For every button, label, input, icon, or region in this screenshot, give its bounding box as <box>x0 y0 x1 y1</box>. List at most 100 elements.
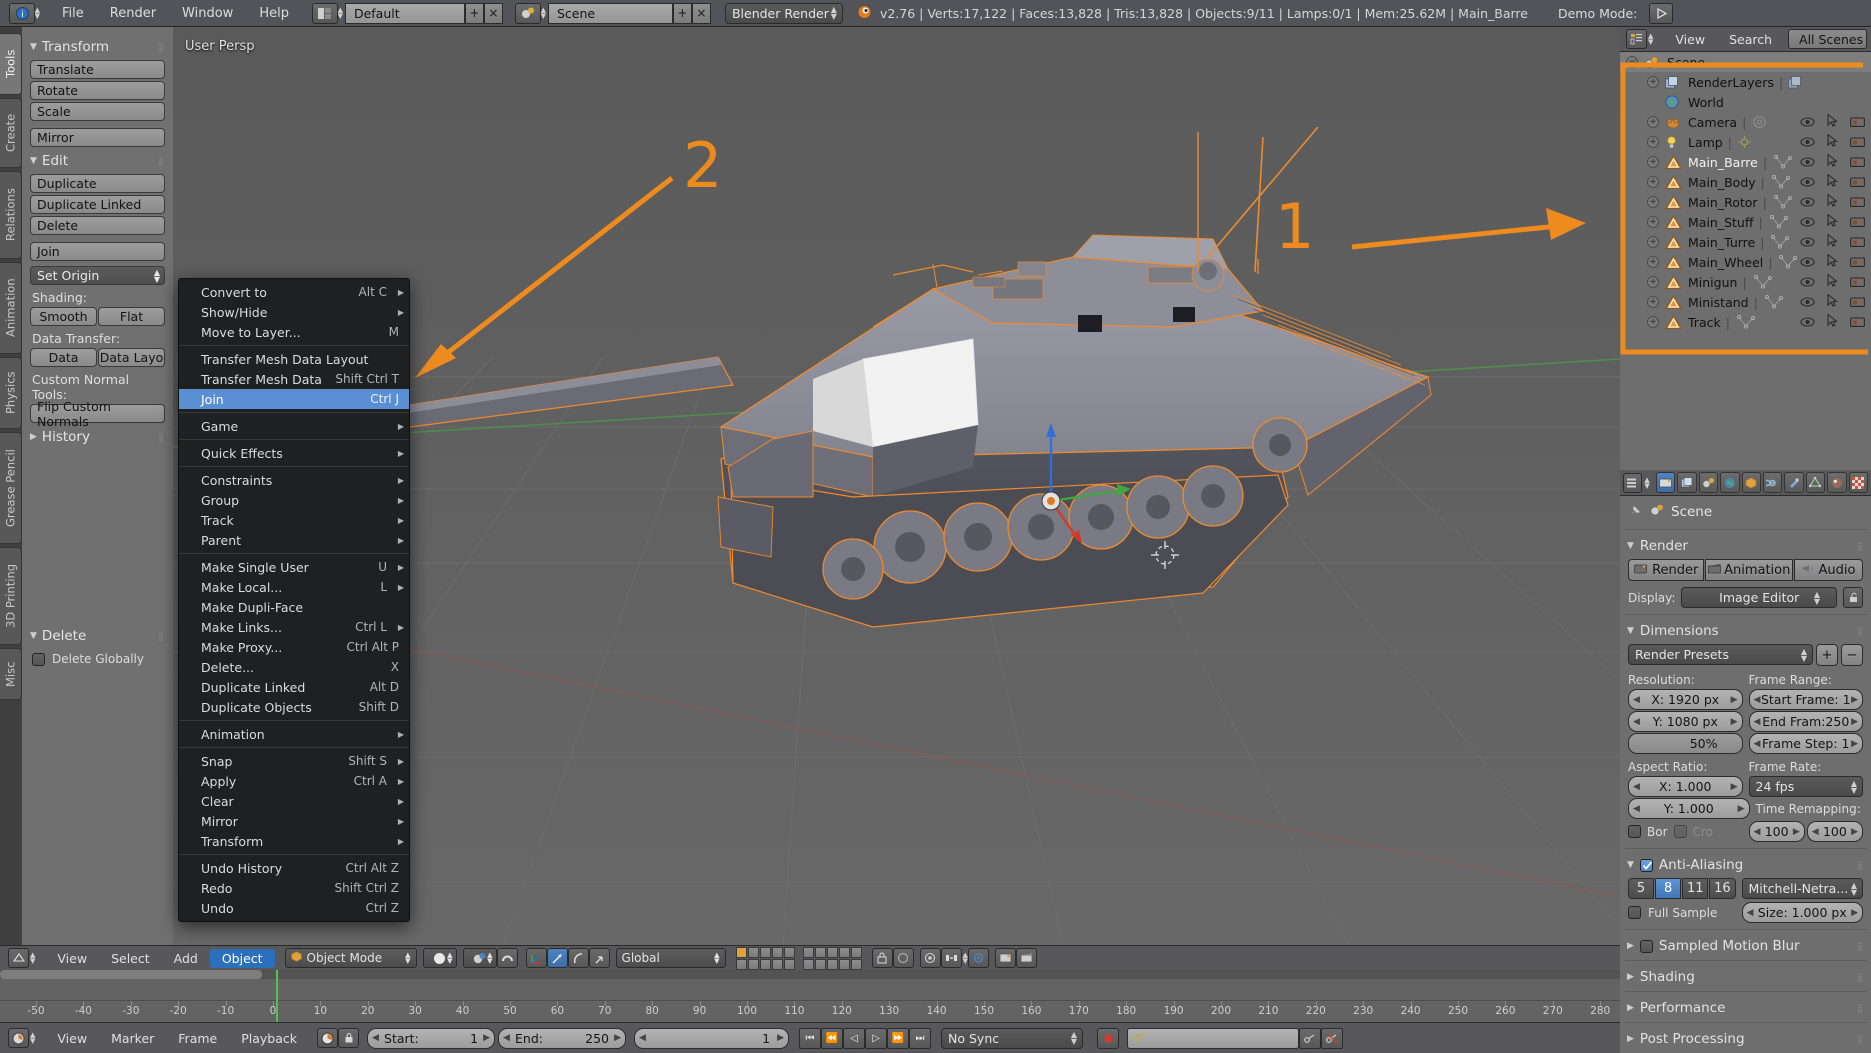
properties-tab-render-layers[interactable] <box>1677 472 1697 493</box>
outliner-row-main-barre[interactable]: + Main_Barre | <box>1620 152 1871 172</box>
tab-create[interactable]: Create <box>0 98 22 168</box>
aa-size-field[interactable]: ◀ Size: 1.000 px ▶ <box>1741 902 1863 923</box>
menu-item-convert-to[interactable]: Convert to Alt C ▶ <box>179 282 409 302</box>
duplicate-linked-button[interactable]: Duplicate Linked <box>30 195 165 214</box>
expand-toggle-icon[interactable]: + <box>1647 296 1659 308</box>
scene-name-field[interactable]: Scene <box>547 2 673 24</box>
timeline-menu-marker[interactable]: Marker <box>99 1031 166 1046</box>
outliner-data-icon[interactable] <box>1735 315 1757 329</box>
editor-type-properties-icon[interactable] <box>1623 472 1643 493</box>
render-image-button[interactable]: Render <box>1628 559 1705 581</box>
cursor-arrow-icon[interactable] <box>1827 193 1839 210</box>
aspect-y-field[interactable]: ◀ Y: 1.000 ▶ <box>1628 798 1750 819</box>
outliner-row-main-stuff[interactable]: + Main_Stuff | <box>1620 212 1871 232</box>
transform-panel-header[interactable]: ▼ Transform ⣿ <box>30 39 165 55</box>
menu-item-join[interactable]: Join Ctrl J <box>179 389 409 409</box>
eye-icon[interactable] <box>1800 155 1815 170</box>
tab-grease-pencil[interactable]: Grease Pencil <box>0 432 22 544</box>
outliner-data-icon[interactable] <box>1763 295 1785 309</box>
outliner-data-icon[interactable] <box>1768 215 1790 229</box>
tab-misc[interactable]: Misc <box>0 648 22 700</box>
outliner-restriction-toggles[interactable] <box>1800 293 1865 310</box>
outliner-restriction-toggles[interactable] <box>1800 173 1865 190</box>
opengl-render-image-icon[interactable] <box>994 948 1016 968</box>
flip-custom-normals-button[interactable]: Flip Custom Normals <box>30 399 165 429</box>
outliner-restriction-toggles[interactable] <box>1800 193 1865 210</box>
menu-item-redo[interactable]: Redo Shift Ctrl Z <box>179 878 409 898</box>
render-animation-button[interactable]: Animation <box>1705 559 1794 581</box>
aa-samples-16-button[interactable]: 16 <box>1709 878 1736 899</box>
viewport-menu-view[interactable]: View <box>45 951 99 966</box>
menu-item-make-local[interactable]: Make Local... L ▶ <box>179 577 409 597</box>
demo-mode-play-button[interactable] <box>1649 2 1674 24</box>
shading-section-header[interactable]: ▶ Shading ⣿ <box>1625 964 1866 988</box>
crop-checkbox[interactable] <box>1673 825 1687 838</box>
menu-item-duplicate-linked[interactable]: Duplicate Linked Alt D <box>179 677 409 697</box>
rotate-button[interactable]: Rotate <box>30 81 165 100</box>
pivot-point-dropdown[interactable]: ▲ ▼ <box>462 948 497 968</box>
menu-item-transfer-mesh-data-layout[interactable]: Transfer Mesh Data Layout <box>179 349 409 369</box>
menu-item-constraints[interactable]: Constraints ▶ <box>179 470 409 490</box>
menu-item-transfer-mesh-data[interactable]: Transfer Mesh Data Shift Ctrl T <box>179 369 409 389</box>
outliner-data-icon[interactable] <box>1752 275 1774 289</box>
expand-toggle-icon[interactable]: + <box>1647 316 1659 328</box>
eye-icon[interactable] <box>1800 115 1815 130</box>
camera-render-icon[interactable] <box>1850 235 1865 250</box>
menu-item-make-single-user[interactable]: Make Single User U ▶ <box>179 557 409 577</box>
properties-tab-material[interactable] <box>1827 472 1847 493</box>
active-keying-set-field[interactable] <box>1127 1027 1300 1049</box>
delete-panel-header[interactable]: ▼ Delete ⣿ <box>30 628 165 644</box>
menu-item-move-to-layer[interactable]: Move to Layer... M <box>179 322 409 342</box>
timeline-menu-view[interactable]: View <box>45 1031 99 1046</box>
interaction-mode-dropdown[interactable]: Object Mode ▲ ▼ <box>284 948 417 968</box>
full-sample-checkbox[interactable] <box>1628 906 1641 919</box>
scene-layers-grid-2[interactable] <box>802 946 862 970</box>
manipulator-rotate-icon[interactable] <box>567 948 589 968</box>
render-presets-dropdown[interactable]: Render Presets ▲ ▼ <box>1628 644 1813 665</box>
expand-toggle-icon[interactable]: + <box>1647 276 1659 288</box>
menu-item-delete[interactable]: Delete... X <box>179 657 409 677</box>
tab-physics[interactable]: Physics <box>0 357 22 429</box>
cursor-arrow-icon[interactable] <box>1827 233 1839 250</box>
menu-window[interactable]: Window <box>169 0 246 27</box>
dimensions-section-header[interactable]: ▼ Dimensions ⣿ <box>1625 618 1866 642</box>
end-frame-field[interactable]: ◀ End: 250 ▶ <box>498 1027 627 1049</box>
cursor-arrow-icon[interactable] <box>1827 113 1839 130</box>
menu-item-parent[interactable]: Parent ▶ <box>179 530 409 550</box>
outliner-row-ministand[interactable]: + Ministand | <box>1620 292 1871 312</box>
eye-icon[interactable] <box>1800 195 1815 210</box>
play-reverse-button[interactable]: ◁ <box>843 1027 866 1049</box>
outliner-data-icon[interactable] <box>1772 195 1794 209</box>
add-screen-layout-button[interactable]: + <box>464 2 484 24</box>
outliner-restriction-toggles[interactable] <box>1800 113 1865 130</box>
data-transfer-data-button[interactable]: Data <box>30 348 97 367</box>
outliner-row-main-turre[interactable]: + Main_Turre | <box>1620 232 1871 252</box>
outliner-data-icon[interactable] <box>1777 255 1799 269</box>
camera-render-icon[interactable] <box>1850 275 1865 290</box>
editor-type-info-icon[interactable]: i ▲ ▼ <box>9 2 40 24</box>
outliner-data-icon[interactable] <box>1751 115 1768 129</box>
outliner-data-icon[interactable] <box>1788 75 1802 89</box>
camera-render-icon[interactable] <box>1850 195 1865 210</box>
outliner-restriction-toggles[interactable] <box>1800 213 1865 230</box>
screen-layout-icon[interactable]: ▲ ▼ <box>311 2 343 24</box>
render-audio-button[interactable]: Audio <box>1794 559 1863 581</box>
sampled-motion-blur-section-header[interactable]: ▶ Sampled Motion Blur ⣿ <box>1625 933 1866 957</box>
post-processing-section-header[interactable]: ▶ Post Processing ⣿ <box>1625 1026 1866 1050</box>
delete-button[interactable]: Delete <box>30 216 165 235</box>
performance-section-header[interactable]: ▶ Performance ⣿ <box>1625 995 1866 1019</box>
expand-toggle-icon[interactable]: + <box>1647 256 1659 268</box>
outliner-restriction-toggles[interactable] <box>1800 273 1865 290</box>
editor-type-outliner-icon[interactable] <box>1626 29 1647 49</box>
eye-icon[interactable] <box>1800 215 1815 230</box>
render-preview-icon[interactable] <box>892 948 914 968</box>
edit-panel-header[interactable]: ▼ Edit ⣿ <box>30 153 165 169</box>
snap-element-icon[interactable] <box>940 948 962 968</box>
camera-render-icon[interactable] <box>1850 315 1865 330</box>
menu-item-show-hide[interactable]: Show/Hide ▶ <box>179 302 409 322</box>
play-button[interactable]: ▷ <box>865 1027 888 1049</box>
properties-tab-render[interactable] <box>1655 472 1676 493</box>
outliner-display-mode-dropdown[interactable]: All Scenes <box>1788 29 1867 49</box>
render-engine-dropdown[interactable]: Blender Render ▲ ▼ <box>724 2 843 24</box>
menu-item-mirror[interactable]: Mirror ▶ <box>179 811 409 831</box>
